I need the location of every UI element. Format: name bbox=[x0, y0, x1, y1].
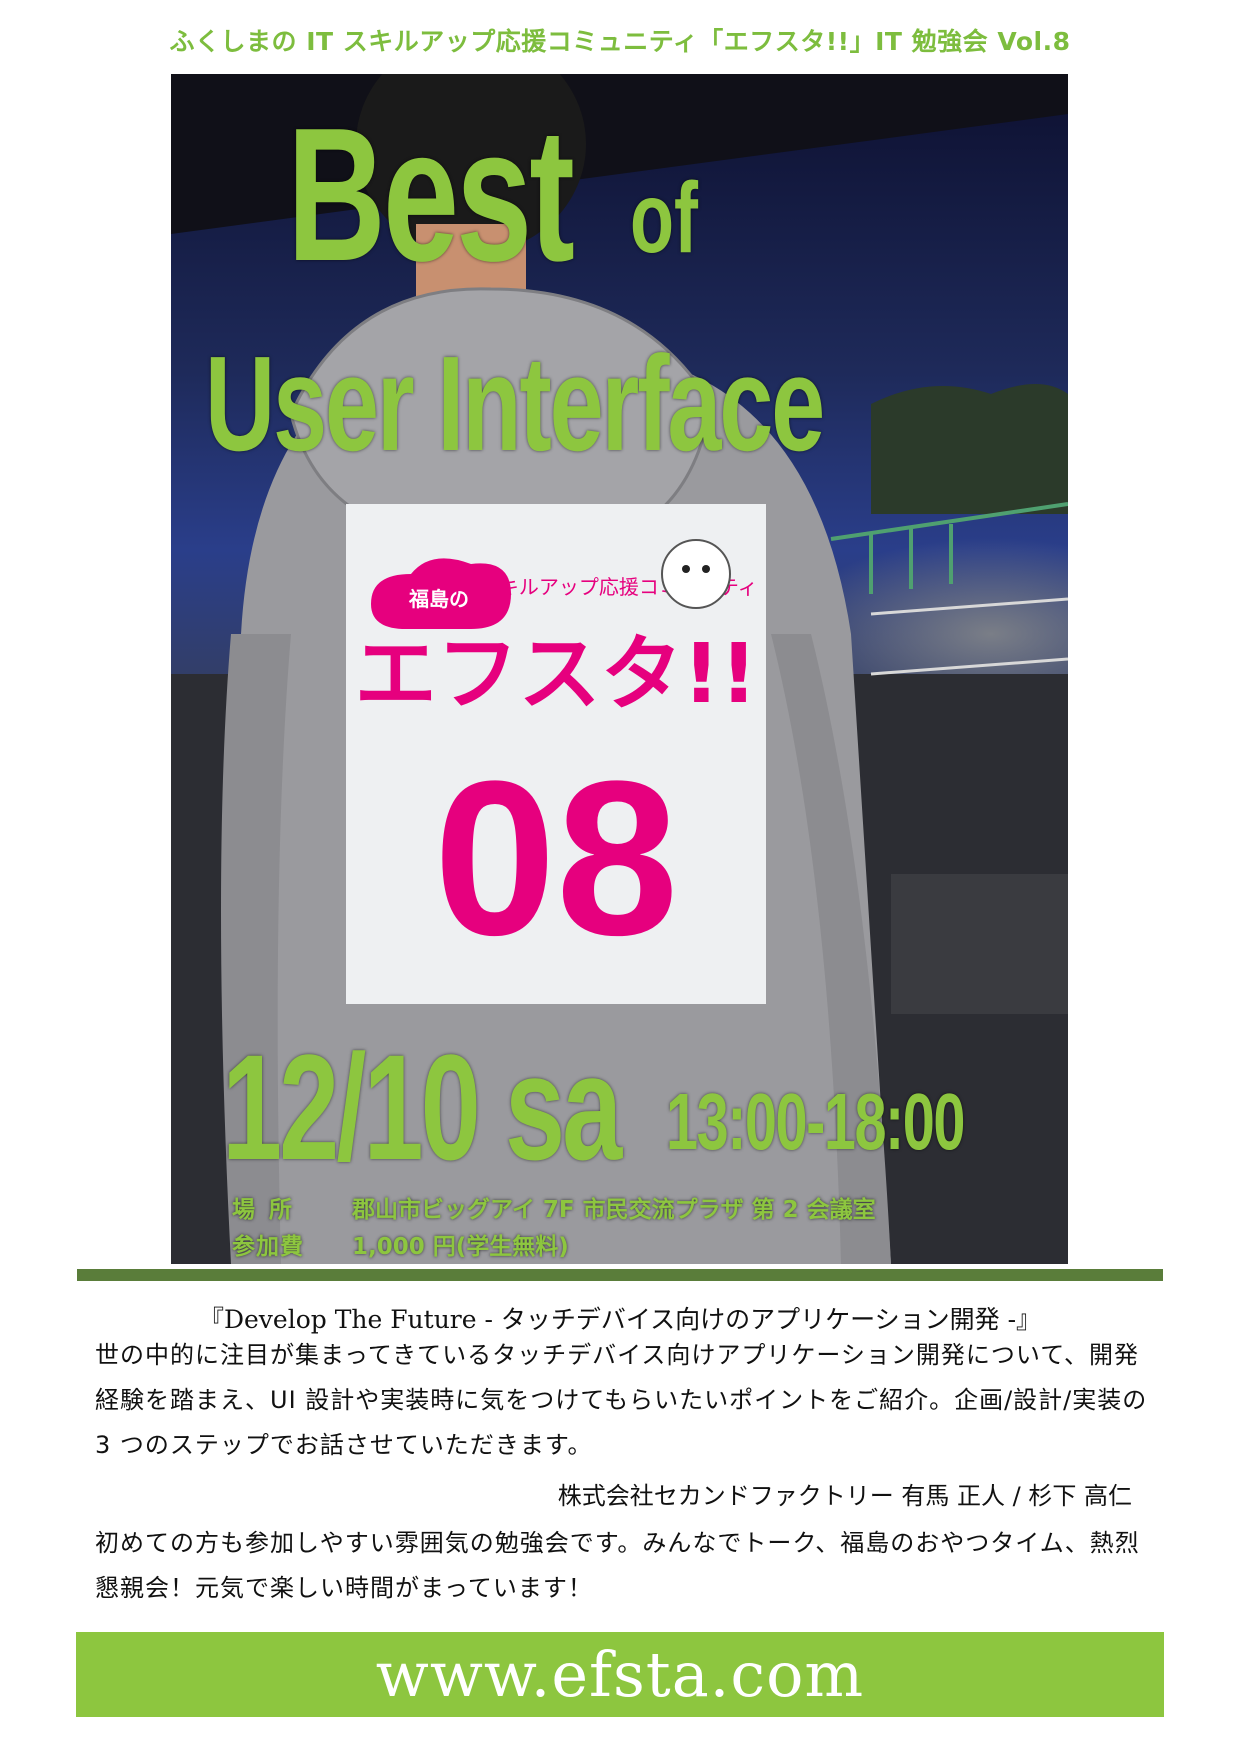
speaker-credit: 株式会社セカンドファクトリー 有馬 正人 / 杉下 高仁 bbox=[557, 1482, 1132, 1510]
bib-brand: エフスタ!! bbox=[355, 627, 758, 722]
table-shape bbox=[891, 874, 1068, 1014]
headline-of: of bbox=[630, 162, 698, 274]
venue-value: 郡山市ビッグアイ 7F 市民交流プラザ 第 2 会議室 bbox=[352, 1197, 876, 1223]
invitation-text: 初めての方も参加しやすい雰囲気の勉強会です。みんなでトーク、福島のおやつタイム、… bbox=[95, 1529, 1140, 1602]
venue-label: 場所 bbox=[232, 1197, 306, 1223]
event-date: 12/10 sa bbox=[222, 1023, 622, 1191]
trees-shape bbox=[871, 384, 1068, 514]
event-series-title: ふくしまの IT スキルアップ応援コミュニティ「エフスタ!!」IT 勉強会 Vo… bbox=[169, 27, 1071, 56]
website-link[interactable]: www.efsta.com bbox=[376, 1638, 864, 1711]
headline-user-interface: User Interface bbox=[205, 328, 825, 479]
talk-title: 『Develop The Future - タッチデバイス向けのアプリケーション… bbox=[198, 1305, 1042, 1334]
mascot-icon bbox=[661, 539, 731, 609]
fee-label: 参加費 bbox=[232, 1234, 304, 1260]
parking-lines bbox=[870, 597, 1068, 676]
url-banner[interactable]: www.efsta.com bbox=[76, 1632, 1164, 1717]
fee-line: 参加費 1,000 円(学生無料) bbox=[232, 1227, 569, 1261]
headline-best: Best bbox=[287, 89, 575, 301]
fee-value: 1,000 円(学生無料) bbox=[352, 1234, 569, 1260]
section-divider bbox=[77, 1269, 1163, 1281]
event-time: 13:00-18:00 bbox=[666, 1077, 965, 1166]
venue-line: 場所 郡山市ビッグアイ 7F 市民交流プラザ 第 2 会議室 bbox=[232, 1190, 876, 1224]
talk-description: 世の中的に注目が集まってきているタッチデバイス向けアプリケーション開発について、… bbox=[95, 1341, 1148, 1459]
bib-number: 08 bbox=[434, 735, 679, 981]
railing-shape bbox=[830, 502, 1068, 594]
